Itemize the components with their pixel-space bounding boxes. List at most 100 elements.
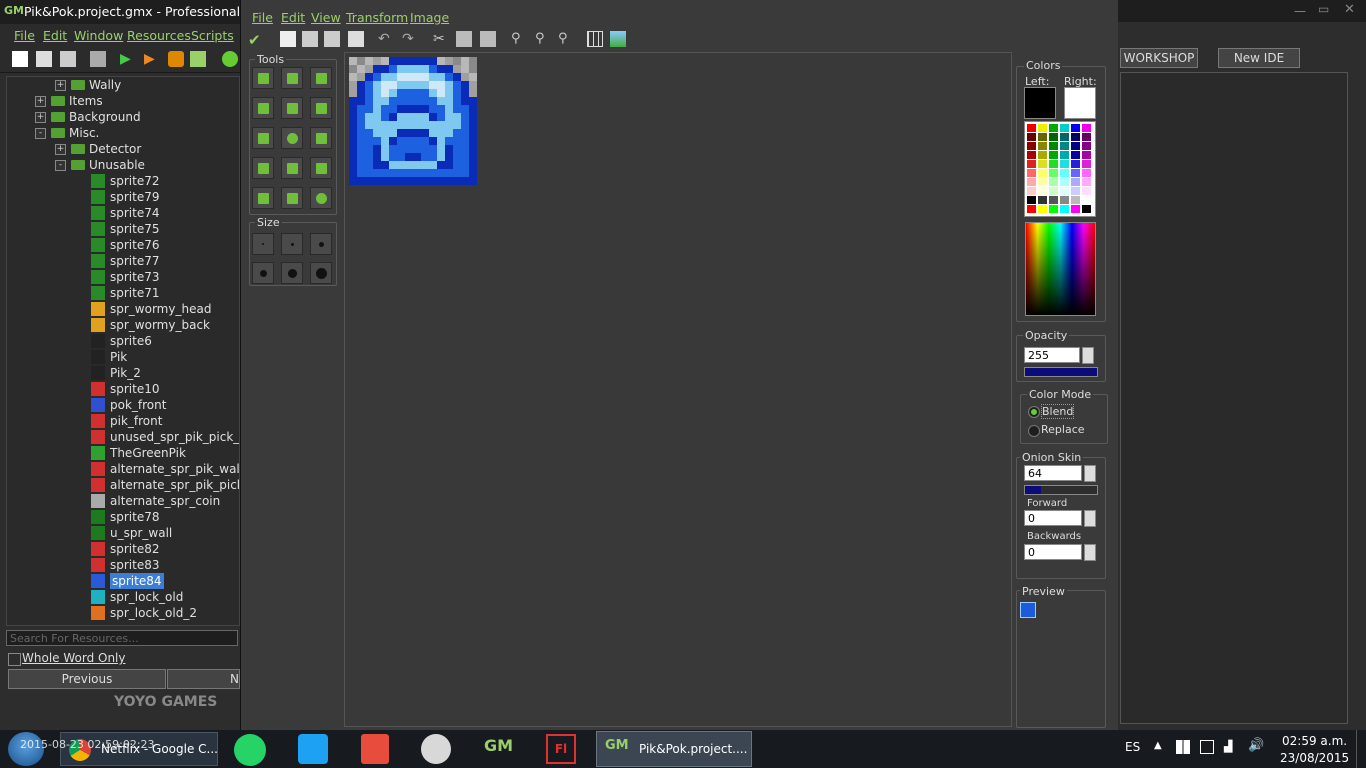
collapse-icon[interactable]: -: [55, 160, 66, 171]
bee-app-icon[interactable]: [421, 734, 451, 764]
network-icon[interactable]: ▟: [1224, 740, 1232, 753]
onion-skin-spin-button[interactable]: [1084, 465, 1096, 482]
palette-swatch[interactable]: [1027, 160, 1036, 168]
palette-swatch[interactable]: [1071, 187, 1080, 195]
left-color-swatch[interactable]: [1024, 87, 1056, 119]
color-spectrum-picker[interactable]: [1025, 222, 1096, 316]
palette-swatch[interactable]: [1049, 196, 1058, 204]
expand-icon[interactable]: +: [55, 80, 66, 91]
palette-swatch[interactable]: [1027, 151, 1036, 159]
spray-tool-icon[interactable]: [281, 67, 303, 89]
palette-swatch[interactable]: [1027, 178, 1036, 186]
expand-icon[interactable]: +: [35, 112, 46, 123]
palette-swatch[interactable]: [1082, 178, 1091, 186]
text-tool-icon[interactable]: [252, 187, 274, 209]
clock-date[interactable]: 23/08/2015: [1280, 751, 1349, 765]
palette-swatch[interactable]: [1060, 151, 1069, 159]
palette-swatch[interactable]: [1060, 169, 1069, 177]
brush-size-4[interactable]: [252, 262, 274, 284]
palette-swatch[interactable]: [1082, 133, 1091, 141]
clock-time[interactable]: 02:59 a.m.: [1282, 734, 1347, 748]
palette-swatch[interactable]: [1071, 160, 1080, 168]
battery-icon[interactable]: [1200, 740, 1214, 754]
open-image-icon[interactable]: [302, 31, 318, 47]
palette-swatch[interactable]: [1049, 169, 1058, 177]
right-color-swatch[interactable]: [1064, 87, 1096, 119]
palette-swatch[interactable]: [1082, 142, 1091, 150]
color-picker-tool-icon[interactable]: [252, 97, 274, 119]
opacity-bar[interactable]: [1024, 367, 1098, 377]
magic-wand-tool-icon[interactable]: [281, 157, 303, 179]
editor-menu-transform[interactable]: Transform: [346, 10, 408, 25]
palette-swatch[interactable]: [1082, 187, 1091, 195]
clean-icon[interactable]: [190, 51, 206, 67]
rectangle-tool-icon[interactable]: [252, 127, 274, 149]
gamemaker-taskbar-icon[interactable]: GM: [484, 736, 514, 764]
forward-spin-button[interactable]: [1084, 510, 1096, 527]
rounded-rect-tool-icon[interactable]: [310, 127, 332, 149]
forward-input[interactable]: 0: [1024, 510, 1082, 526]
close-icon[interactable]: ✕: [1344, 2, 1355, 17]
menu-edit[interactable]: Edit: [43, 28, 67, 43]
zoom-out-icon[interactable]: ⚲: [511, 31, 527, 47]
menu-file[interactable]: File: [14, 28, 35, 43]
new-project-icon[interactable]: [12, 51, 28, 67]
search-input[interactable]: Search For Resources...: [6, 630, 238, 646]
brush-size-6[interactable]: [310, 262, 332, 284]
palette-swatch[interactable]: [1060, 187, 1069, 195]
menu-resources[interactable]: Resources: [127, 28, 191, 43]
palette-swatch[interactable]: [1038, 187, 1047, 195]
palette-swatch[interactable]: [1082, 124, 1091, 132]
zoom-normal-icon[interactable]: ⚲: [535, 31, 551, 47]
ellipse-tool-icon[interactable]: [281, 127, 303, 149]
palette-swatch[interactable]: [1071, 133, 1080, 141]
save-image-icon[interactable]: [348, 31, 364, 47]
eraser-tool-icon[interactable]: [310, 67, 332, 89]
menu-window[interactable]: Window: [74, 28, 123, 43]
workshop-button[interactable]: WORKSHOP: [1120, 48, 1198, 68]
collapse-icon[interactable]: -: [35, 128, 46, 139]
show-desktop-button[interactable]: [1356, 730, 1366, 768]
cut-icon[interactable]: ✂: [433, 31, 449, 47]
palette-swatch[interactable]: [1027, 205, 1036, 213]
show-hidden-icons-icon[interactable]: ▲: [1154, 740, 1162, 751]
palette-swatch[interactable]: [1071, 151, 1080, 159]
palette-swatch[interactable]: [1060, 205, 1069, 213]
palette-swatch[interactable]: [1071, 142, 1080, 150]
brush-size-2[interactable]: [281, 233, 303, 255]
blend-radio[interactable]: [1028, 406, 1040, 418]
palette-swatch[interactable]: [1038, 160, 1047, 168]
palette-swatch[interactable]: [1027, 124, 1036, 132]
editor-menu-view[interactable]: View: [311, 10, 341, 25]
palette-swatch[interactable]: [1071, 169, 1080, 177]
new-image-icon[interactable]: [280, 31, 296, 47]
palette-swatch[interactable]: [1082, 205, 1091, 213]
onion-skin-bar[interactable]: [1024, 485, 1098, 495]
bookmark-app-icon[interactable]: [361, 734, 389, 764]
palette-swatch[interactable]: [1049, 205, 1058, 213]
brush-size-5[interactable]: [281, 262, 303, 284]
whole-word-checkbox[interactable]: [8, 653, 21, 666]
resource-tree[interactable]: + Wally + Items + Background - Misc. + Detector - U…: [6, 76, 240, 626]
palette-swatch[interactable]: [1049, 178, 1058, 186]
brush-size-1[interactable]: [252, 233, 274, 255]
confirm-check-icon[interactable]: ✔: [248, 31, 264, 49]
editor-menu-edit[interactable]: Edit: [281, 10, 305, 25]
editor-menu-image[interactable]: Image: [410, 10, 449, 25]
expand-icon[interactable]: +: [55, 144, 66, 155]
polygon-tool-icon[interactable]: [310, 97, 332, 119]
palette-swatch[interactable]: [1038, 178, 1047, 186]
fill-tool-icon[interactable]: [281, 187, 303, 209]
palette-swatch[interactable]: [1060, 142, 1069, 150]
backwards-spin-button[interactable]: [1084, 544, 1096, 561]
expand-icon[interactable]: +: [35, 96, 46, 107]
import-image-icon[interactable]: [324, 31, 340, 47]
palette-swatch[interactable]: [1038, 142, 1047, 150]
palette-swatch[interactable]: [1038, 169, 1047, 177]
palette-swatch[interactable]: [1060, 196, 1069, 204]
open-project-icon[interactable]: [36, 51, 52, 67]
taskbar-active-window[interactable]: GM Pik&Pok.project....: [596, 731, 752, 767]
palette-swatch[interactable]: [1027, 169, 1036, 177]
select-rect-tool-icon[interactable]: [252, 157, 274, 179]
create-executable-icon[interactable]: [90, 51, 106, 67]
